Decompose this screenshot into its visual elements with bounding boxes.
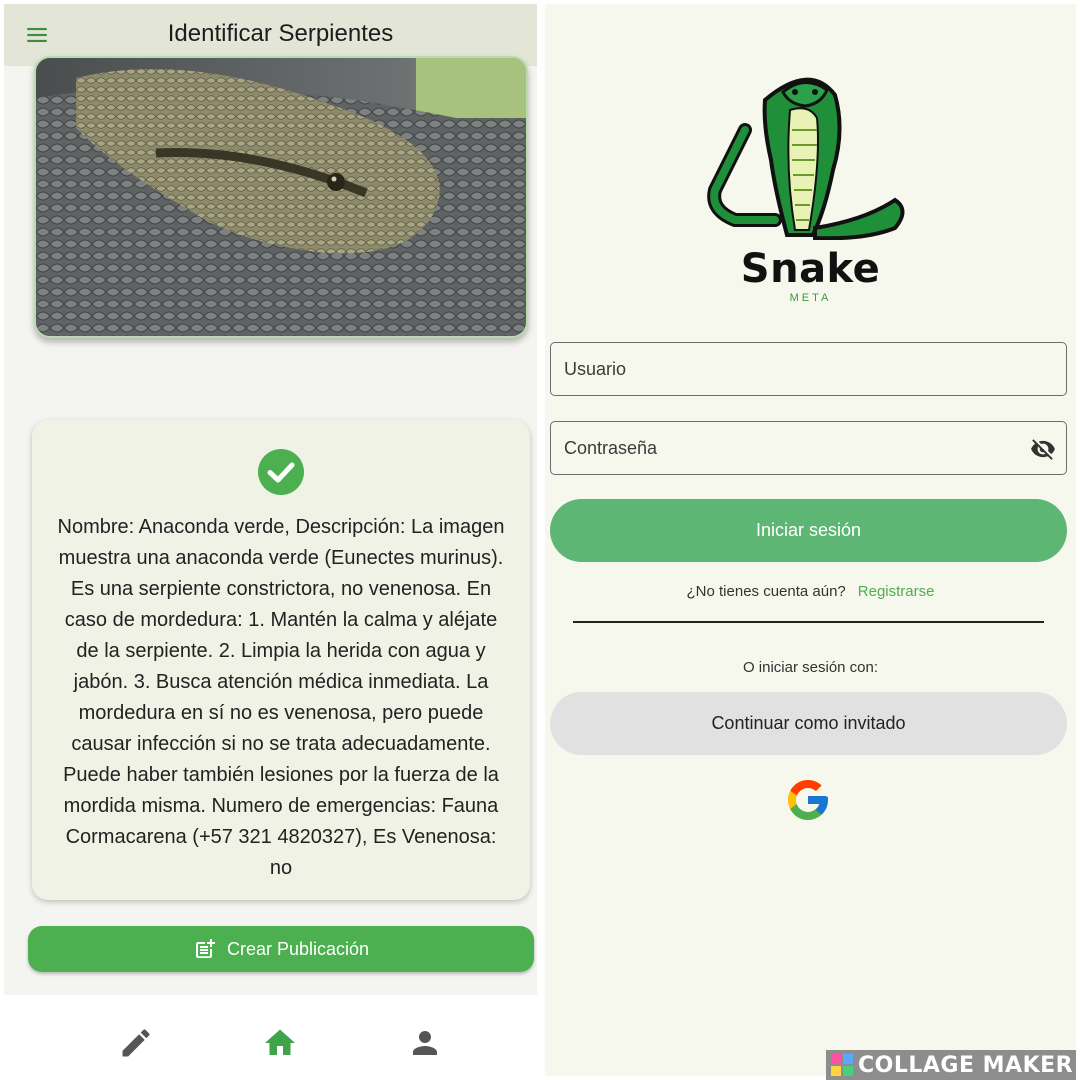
check-circle-icon <box>258 449 304 495</box>
logo-wordmark: Snake <box>740 246 881 292</box>
identification-result-card: Nombre: Anaconda verde, Descripción: La … <box>32 420 530 900</box>
logo-subtitle: META <box>789 292 832 304</box>
register-row: ¿No tienes cuenta aún? Registrarse <box>545 583 1076 600</box>
post-add-icon <box>195 939 215 958</box>
visibility-off-icon[interactable] <box>1030 436 1056 462</box>
page-title: Identificar Serpientes <box>167 20 394 47</box>
alt-login-label: O iniciar sesión con: <box>742 659 879 676</box>
create-post-button[interactable]: Crear Publicación <box>28 926 534 972</box>
username-input[interactable] <box>551 343 1066 395</box>
collage: Identificar Serpientes Nombre: Anaconda … <box>0 0 1080 1080</box>
register-prompt: ¿No tienes cuenta aún? <box>686 583 846 600</box>
home-icon[interactable] <box>262 1025 298 1061</box>
register-link[interactable]: Registrarse <box>858 583 935 600</box>
login-button[interactable]: Iniciar sesión <box>550 499 1067 562</box>
create-post-label: Crear Publicación <box>226 938 370 959</box>
password-input[interactable] <box>551 422 1066 474</box>
google-icon[interactable] <box>784 776 832 824</box>
username-field <box>550 342 1067 396</box>
login-screen: Snake META Iniciar sesión ¿No tienes cue… <box>545 4 1076 1076</box>
bottom-navigation <box>4 995 537 1076</box>
result-description: Nombre: Anaconda verde, Descripción: La … <box>57 516 505 879</box>
guest-login-button[interactable]: Continuar como invitado <box>550 692 1067 755</box>
collage-maker-watermark: COLLAGE MAKER <box>826 1050 1076 1080</box>
person-icon[interactable] <box>407 1025 443 1061</box>
divider <box>573 621 1044 623</box>
collage-maker-logo-icon <box>831 1054 853 1076</box>
identify-screen: Identificar Serpientes Nombre: Anaconda … <box>4 4 537 1076</box>
watermark-text: COLLAGE MAKER <box>858 1052 1074 1078</box>
snake-cobra-logo <box>707 77 905 240</box>
snake-photo <box>34 56 528 338</box>
edit-icon[interactable] <box>118 1025 154 1061</box>
password-field <box>550 421 1067 475</box>
